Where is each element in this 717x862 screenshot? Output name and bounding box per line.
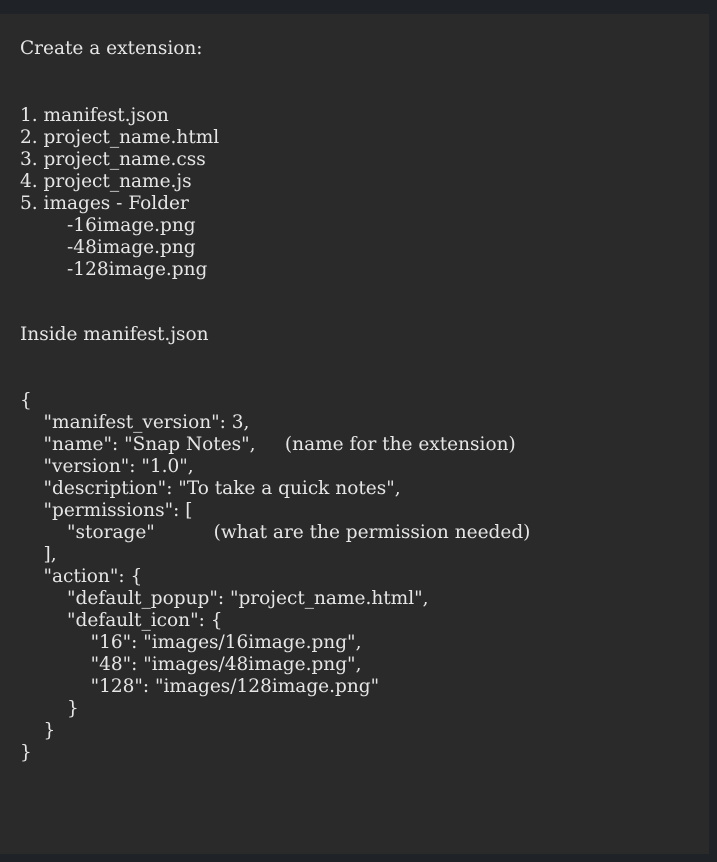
code-line-json: "version": "1.0",	[20, 456, 194, 477]
code-line-json: "default_popup": "project_name.html",	[20, 588, 429, 609]
code-line-list-item: 5. images - Folder	[20, 193, 189, 214]
code-line-json: {	[20, 390, 32, 411]
code-line-json: "action": {	[20, 566, 143, 587]
code-line-json: "permissions": [	[20, 500, 193, 521]
code-line-json: "storage" (what are the permission neede…	[20, 522, 531, 543]
code-line-json: "48": "images/48image.png",	[20, 654, 362, 675]
code-line-json: }	[20, 742, 32, 763]
code-line-list-item: 1. manifest.json	[20, 105, 169, 126]
code-line-subitem: -128image.png	[20, 259, 208, 280]
code-line-list-item: 4. project_name.js	[20, 171, 192, 192]
code-line-json: ],	[20, 544, 57, 565]
code-line-heading: Create a extension:	[20, 38, 203, 59]
code-line-subitem: -16image.png	[20, 215, 196, 236]
code-block: Create a extension: 1. manifest.json 2. …	[0, 14, 709, 854]
code-line-json: "default_icon": {	[20, 610, 223, 631]
code-line-json: }	[20, 698, 79, 719]
code-line-list-item: 2. project_name.html	[20, 127, 220, 148]
code-line-json: "description": "To take a quick notes",	[20, 478, 401, 499]
window-frame: Create a extension: 1. manifest.json 2. …	[0, 0, 717, 862]
code-line-json: "128": "images/128image.png"	[20, 676, 380, 697]
code-line-json: "16": "images/16image.png",	[20, 632, 362, 653]
code-line-subitem: -48image.png	[20, 237, 196, 258]
code-line-section-title: Inside manifest.json	[20, 324, 209, 345]
code-line-list-item: 3. project_name.css	[20, 149, 206, 170]
code-line-json: }	[20, 720, 56, 741]
code-line-json: "manifest_version": 3,	[20, 412, 250, 433]
code-line-json: "name": "Snap Notes", (name for the exte…	[20, 434, 516, 455]
